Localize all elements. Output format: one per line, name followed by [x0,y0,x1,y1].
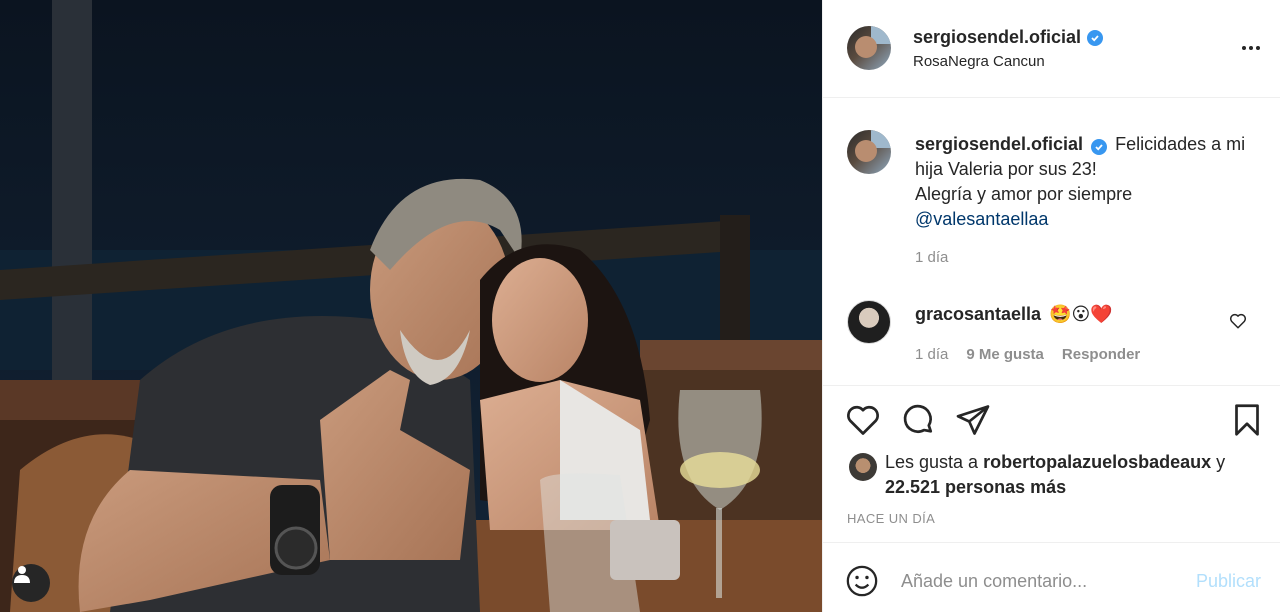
post-caption: sergiosendel.oficial Felicidades a mi hi… [823,98,1280,288]
caption-line-2: Alegría y amor por siempre [915,184,1133,204]
post-actions-bar [823,386,1280,456]
comment-text: 🤩😮❤️ [1049,304,1113,324]
comment-like-heart-icon[interactable] [1229,312,1247,330]
comment-line: gracosantaella 🤩😮❤️ [915,304,1113,325]
author-avatar[interactable] [847,26,891,70]
photo-illustration [0,0,822,612]
add-comment-bar: Publicar [823,542,1280,612]
comment-input[interactable] [901,563,1171,599]
post-location[interactable]: RosaNegra Cancun [913,53,1045,70]
verified-badge-icon [1087,29,1104,46]
commenter-username[interactable]: gracosantaella [915,304,1041,325]
heart-icon[interactable] [845,402,881,438]
publish-button[interactable]: Publicar [1196,571,1261,592]
caption-author-avatar[interactable] [847,130,891,174]
post-timestamp: HACE UN DÍA [847,511,936,526]
caption-username[interactable]: sergiosendel.oficial [915,134,1083,154]
caption-timestamp: 1 día [915,249,949,266]
user-tag-button[interactable] [12,564,50,602]
post-header: sergiosendel.oficial RosaNegra Cancun [823,0,1280,98]
user-tag-icon [14,566,30,583]
likes-prefix: Les gusta a [885,452,979,472]
share-icon[interactable] [955,402,991,438]
likes-text: Les gusta a robertopalazuelosbadeaux y 2… [885,450,1225,500]
more-options-icon[interactable] [1239,38,1263,58]
emoji-icon[interactable] [845,564,879,598]
comment-timestamp: 1 día [915,346,949,363]
comment-reply-button[interactable]: Responder [1062,346,1140,363]
caption-text: sergiosendel.oficial Felicidades a mi hi… [915,132,1255,232]
likes-conjunction: y [1216,452,1226,472]
commenter-avatar[interactable] [847,300,891,344]
author-username-row: sergiosendel.oficial [913,27,1104,48]
comment-icon[interactable] [900,402,936,438]
verified-badge-icon [1091,139,1108,155]
author-username[interactable]: sergiosendel.oficial [913,27,1081,48]
comment-likes-link[interactable]: 9 Me gusta [966,346,1044,363]
liker-avatar[interactable] [849,453,877,481]
post-side-panel: sergiosendel.oficial RosaNegra Cancun se… [822,0,1280,612]
comment-meta: 1 día 9 Me gusta Responder [915,346,1140,363]
comment-item: gracosantaella 🤩😮❤️ 1 día 9 Me gusta Res… [823,288,1280,386]
save-icon[interactable] [1229,402,1265,438]
caption-mention-link[interactable]: @valesantaellaa [915,207,1255,232]
likes-count-link[interactable]: 22.521 personas más [885,477,1066,497]
post-photo[interactable] [0,0,822,612]
liker-username[interactable]: robertopalazuelosbadeaux [983,452,1211,472]
